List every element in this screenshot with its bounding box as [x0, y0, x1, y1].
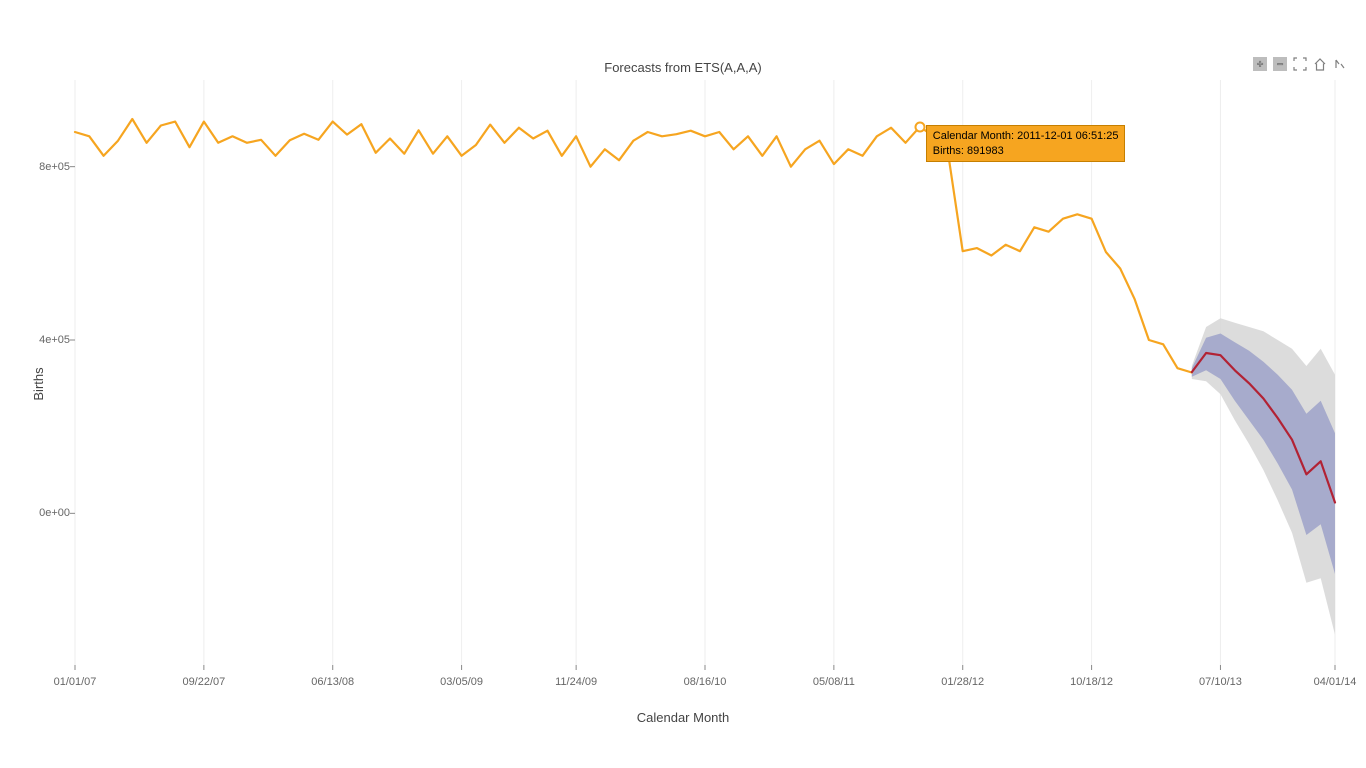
tooltip-line-2: Births: 891983 [933, 144, 1119, 159]
svg-text:+: + [1257, 60, 1263, 71]
plot-svg [75, 80, 1335, 665]
svg-text:−: − [1277, 60, 1283, 71]
gridlines [75, 80, 1335, 665]
confidence-bands [1192, 318, 1335, 634]
chart-container: Forecasts from ETS(A,A,A) + − Births Cal… [0, 0, 1366, 768]
y-tick-label: 8e+05 [30, 161, 70, 173]
plot-area[interactable] [75, 80, 1335, 665]
tooltip: Calendar Month: 2011-12-01 06:51:25 Birt… [926, 125, 1126, 163]
y-axis-label: Births [31, 367, 46, 400]
x-tick-label: 05/08/11 [813, 676, 855, 688]
zoom-out-button[interactable]: − [1272, 56, 1288, 72]
x-axis-label: Calendar Month [0, 710, 1366, 725]
fullscreen-button[interactable] [1292, 56, 1308, 72]
x-tick-label: 01/01/07 [54, 676, 97, 688]
y-tick-label: 4e+05 [30, 334, 70, 346]
axes-ticks [70, 167, 1335, 670]
x-tick-label: 07/10/13 [1199, 676, 1242, 688]
x-tick-label: 11/24/09 [555, 676, 597, 688]
x-tick-label: 06/13/08 [311, 676, 354, 688]
x-tick-label: 09/22/07 [182, 676, 225, 688]
hover-marker [914, 121, 925, 132]
chart-title: Forecasts from ETS(A,A,A) [0, 60, 1366, 75]
chart-toolbar: + − [1252, 56, 1348, 72]
home-button[interactable] [1312, 56, 1328, 72]
x-tick-label: 01/28/12 [941, 676, 984, 688]
x-tick-label: 04/01/14 [1314, 676, 1357, 688]
x-tick-label: 10/18/12 [1070, 676, 1113, 688]
zoom-in-button[interactable]: + [1252, 56, 1268, 72]
x-tick-label: 03/05/09 [440, 676, 483, 688]
format-button[interactable] [1332, 56, 1348, 72]
y-tick-label: 0e+00 [30, 507, 70, 519]
tooltip-line-1: Calendar Month: 2011-12-01 06:51:25 [933, 129, 1119, 144]
x-tick-label: 08/16/10 [684, 676, 727, 688]
